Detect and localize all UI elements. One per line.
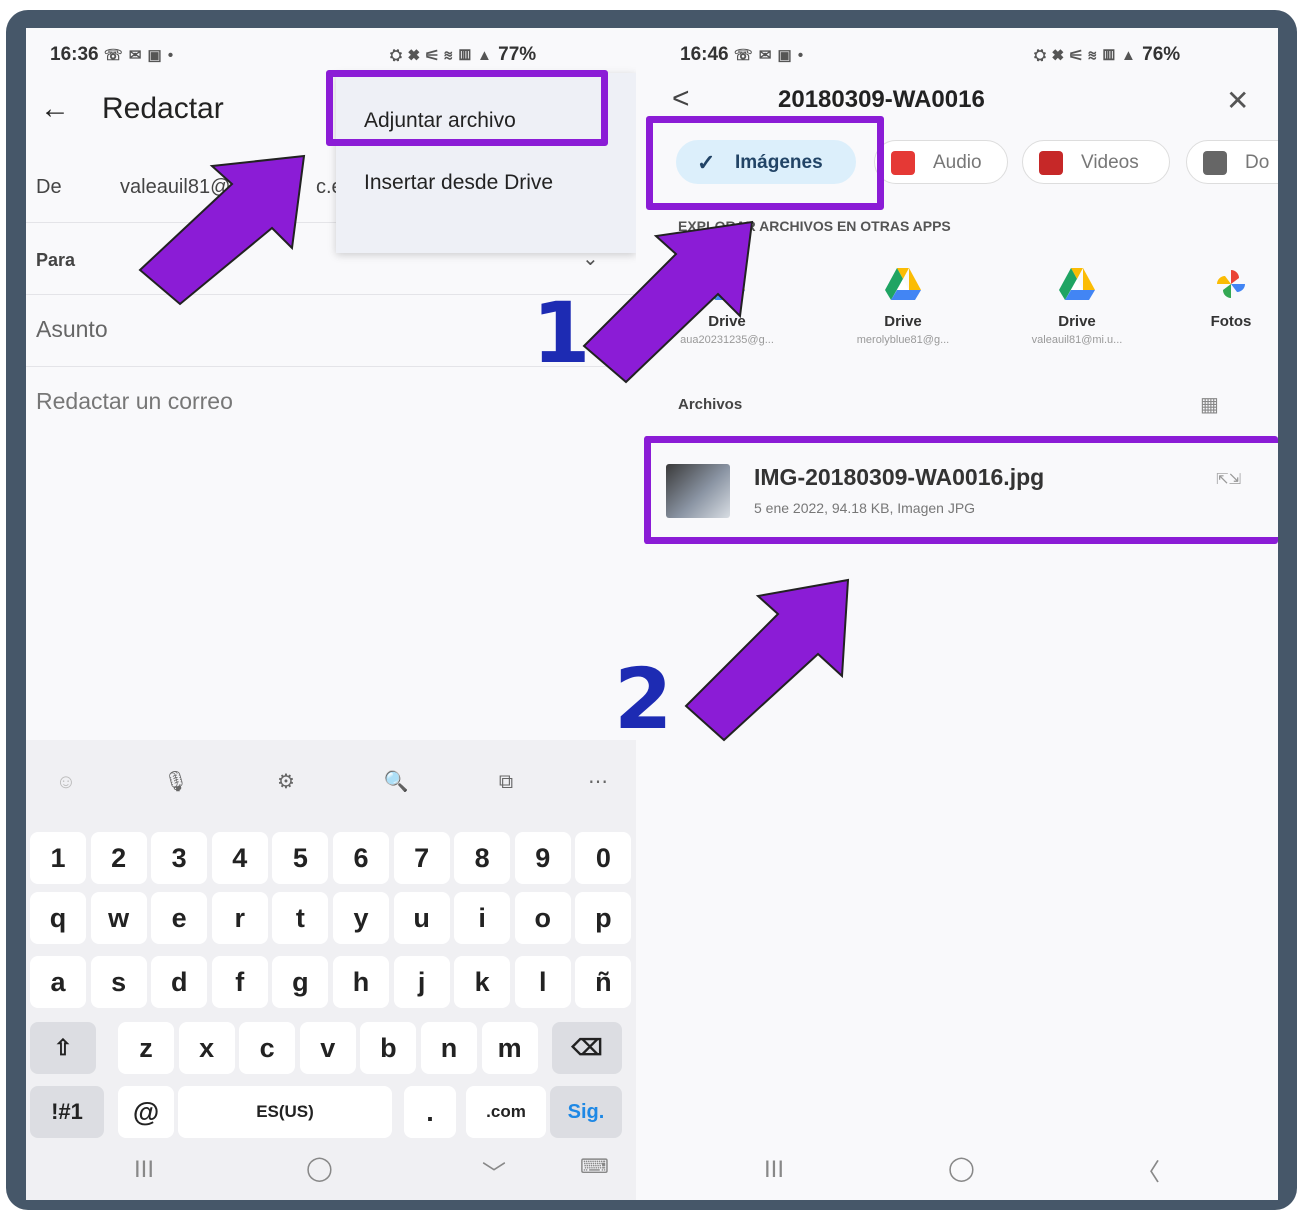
step-1-label: 1 — [532, 284, 591, 382]
step-2-label: 2 — [614, 650, 673, 748]
annotation-arrows — [138, 154, 850, 742]
arrow-step-1 — [582, 220, 754, 384]
arrow-step-2 — [684, 578, 850, 742]
arrow-to-attach — [138, 154, 306, 306]
